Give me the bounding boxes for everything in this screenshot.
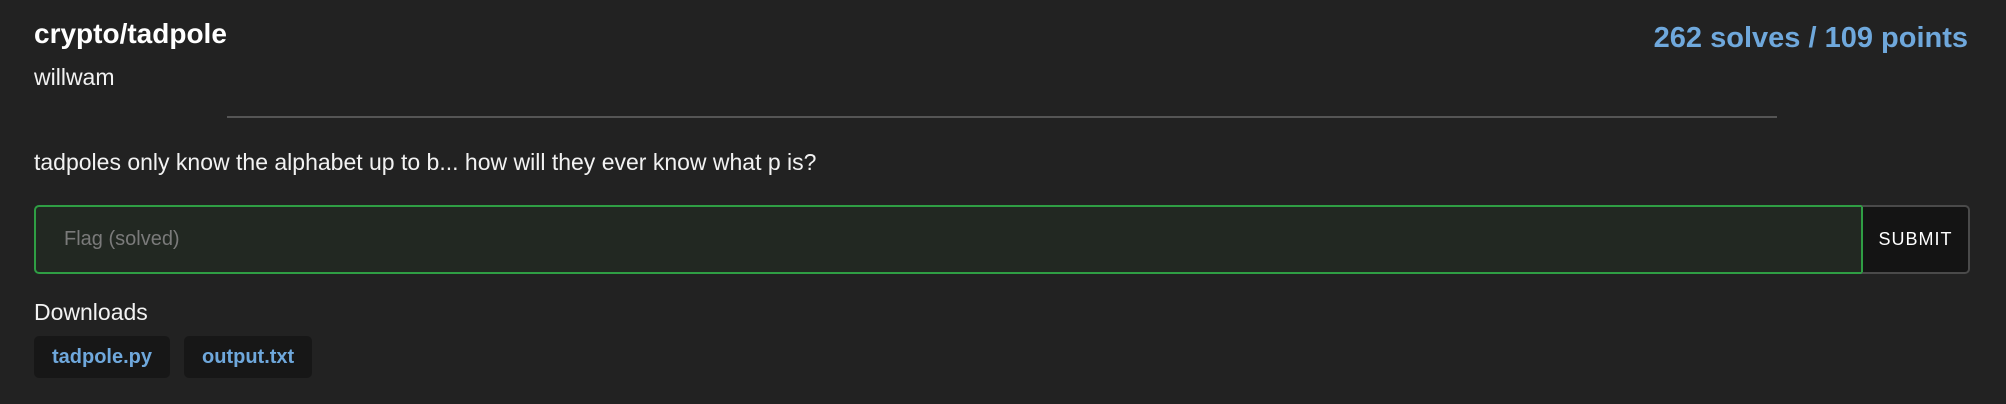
challenge-header: crypto/tadpole willwam 262 solves / 109 …: [34, 16, 1972, 96]
challenge-card: crypto/tadpole willwam 262 solves / 109 …: [34, 0, 1972, 404]
challenge-description: tadpoles only know the alphabet up to b.…: [34, 149, 817, 175]
downloads-heading: Downloads: [34, 299, 148, 325]
download-link-tadpole-py[interactable]: tadpole.py: [34, 336, 171, 378]
challenge-title: crypto/tadpole: [34, 18, 227, 49]
flag-form: SUBMIT: [34, 205, 1970, 274]
challenge-stats: 262 solves / 109 points: [1653, 22, 1968, 54]
download-link-output-txt[interactable]: output.txt: [184, 336, 313, 378]
header-divider: [227, 116, 1777, 118]
flag-input[interactable]: [34, 205, 1862, 274]
downloads-list: tadpole.py output.txt: [34, 336, 313, 378]
challenge-author: willwam: [34, 64, 115, 90]
submit-button[interactable]: SUBMIT: [1861, 205, 1970, 274]
